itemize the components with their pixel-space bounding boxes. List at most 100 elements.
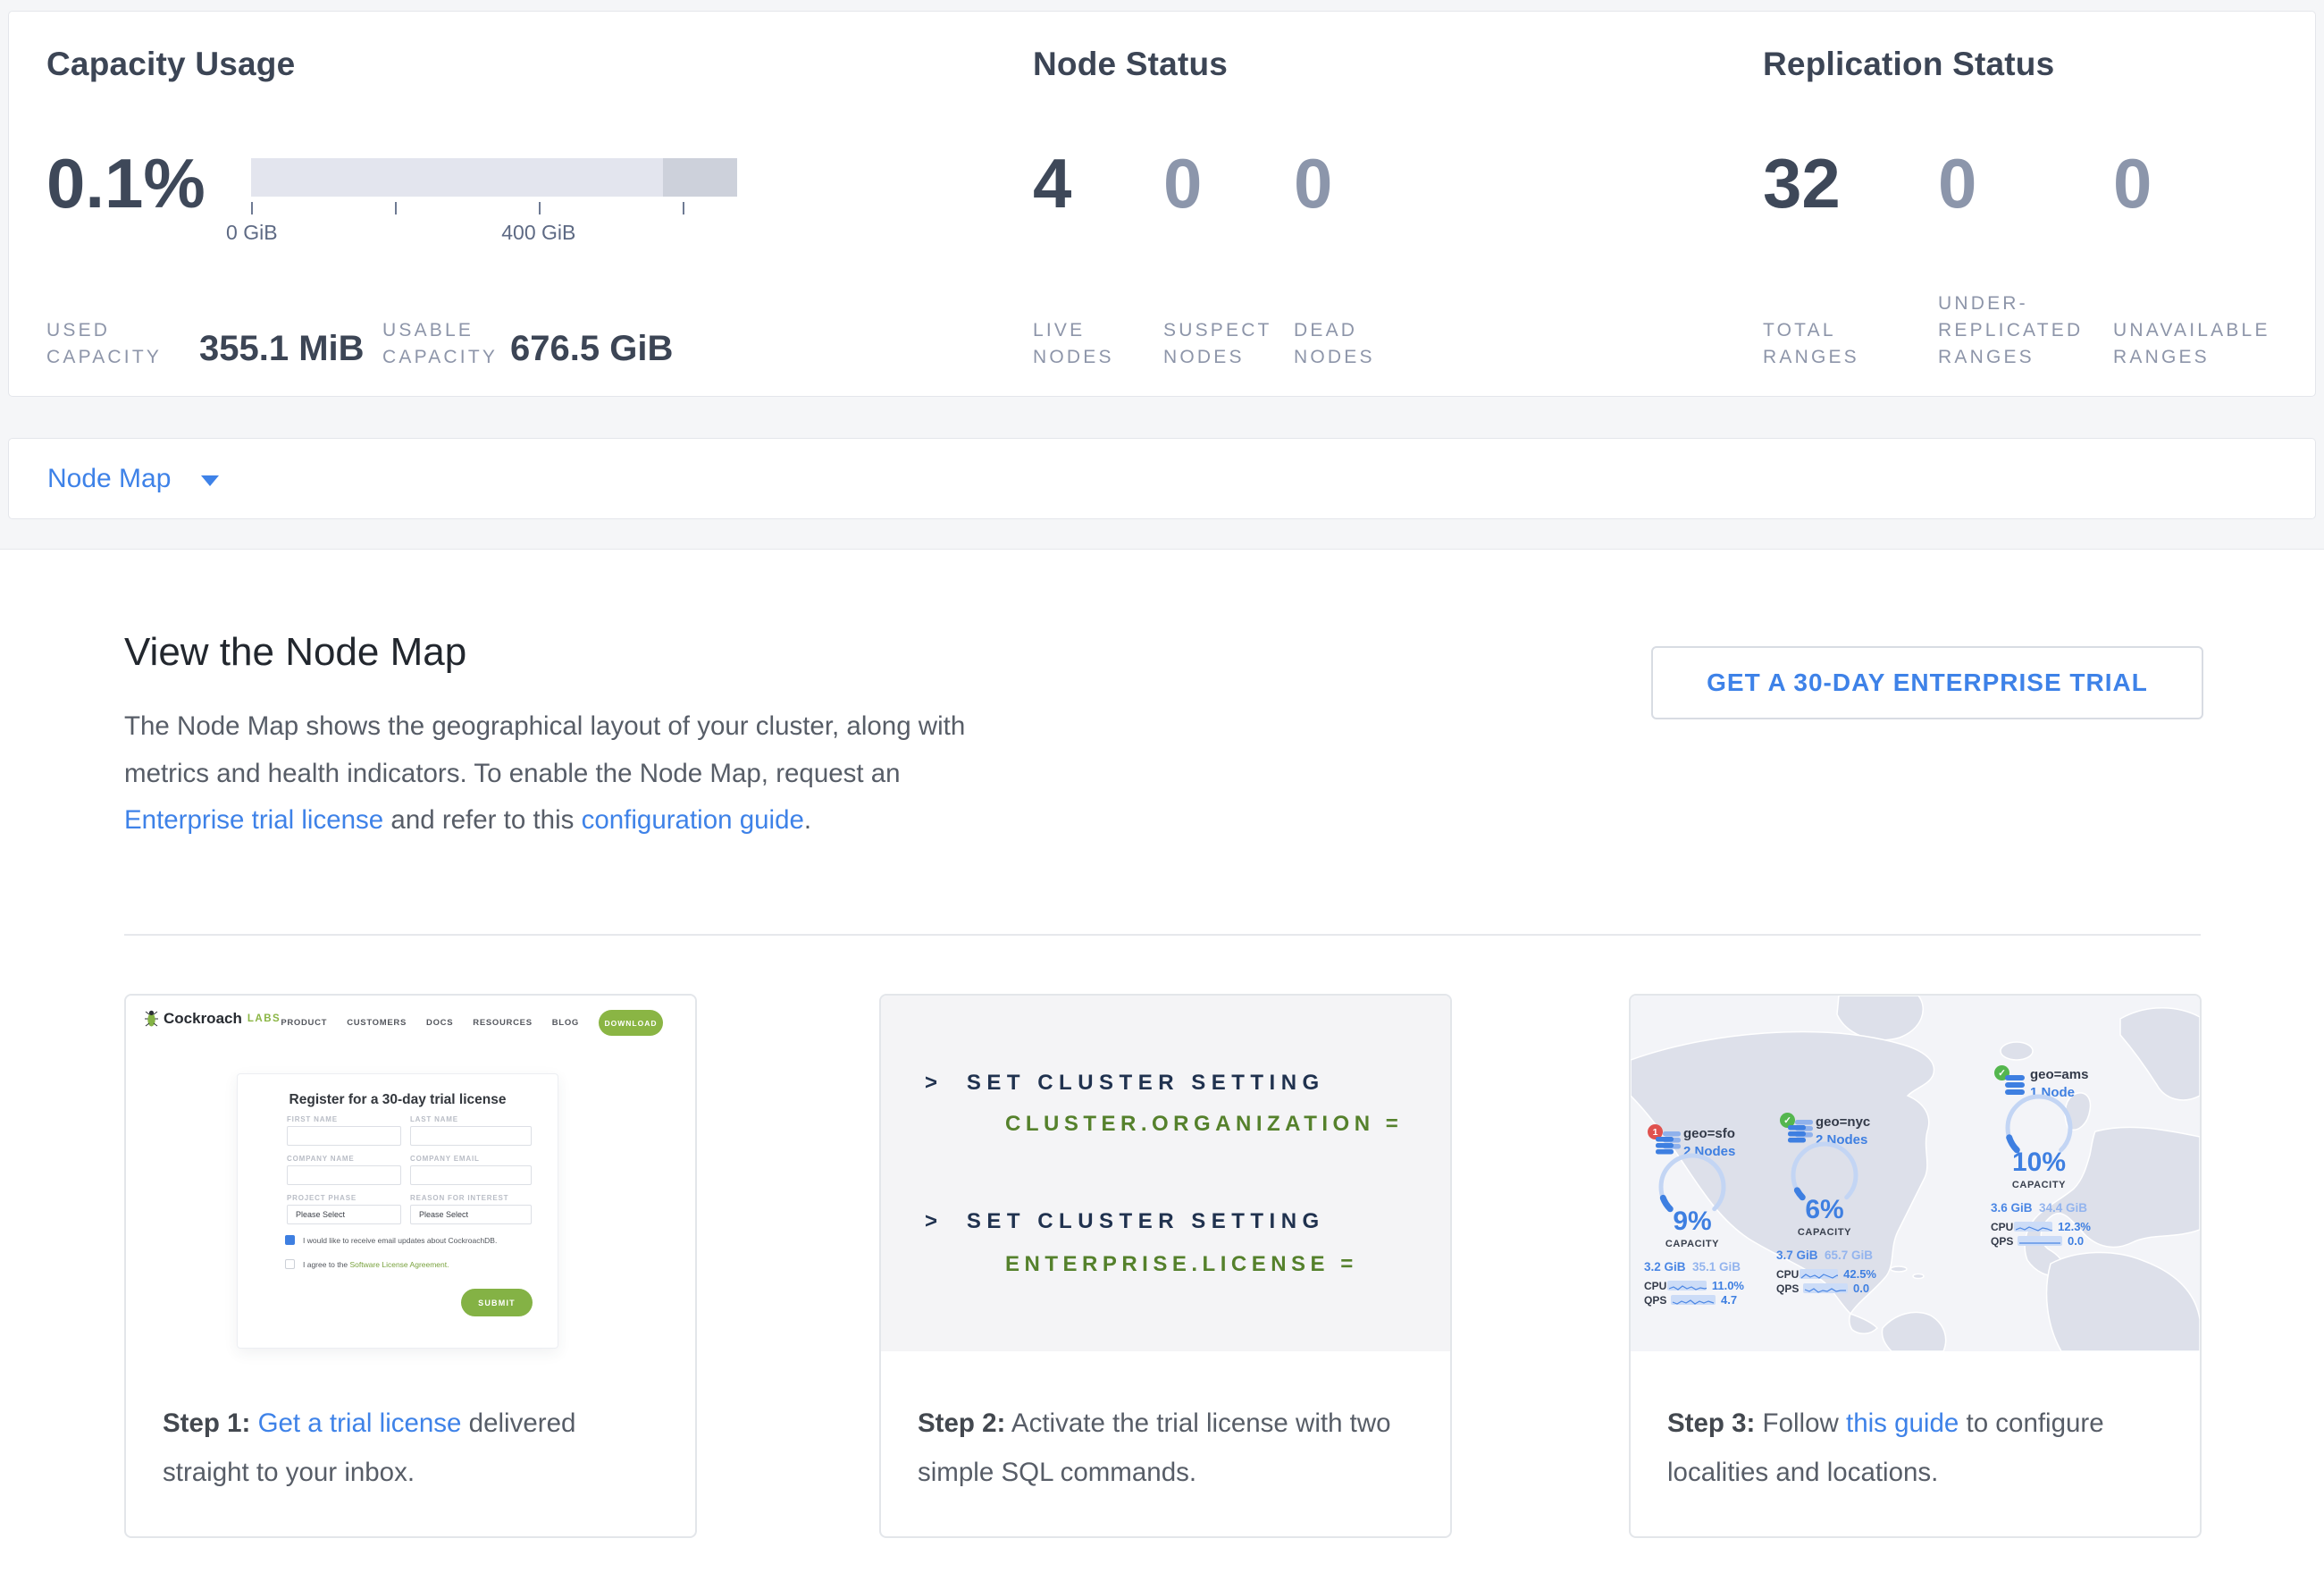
cpu-label: CPU xyxy=(1991,1221,2014,1233)
suspect-nodes-count: 0 xyxy=(1163,146,1294,221)
qps-sparkline xyxy=(1803,1283,1848,1293)
node-map-promo-panel: View the Node Map The Node Map shows the… xyxy=(0,549,2324,1589)
axis-tick xyxy=(683,202,684,214)
license-agreement-text: I agree to the xyxy=(303,1260,349,1269)
qps-sparkline xyxy=(1671,1295,1716,1305)
select-placeholder: Please Select xyxy=(296,1210,345,1219)
view-selector-label[interactable]: Node Map xyxy=(47,464,171,494)
capacity-bar-used-segment xyxy=(663,158,737,197)
intro-paragraph: The Node Map shows the geographical layo… xyxy=(124,703,995,845)
field-label: FIRST NAME xyxy=(287,1115,338,1123)
node-map-preview: 1 geo=sfo 2 Nodes 9% CAPACITY 3.2 GiB xyxy=(1631,996,2200,1351)
cluster-locality-label: geo=ams xyxy=(2030,1067,2088,1082)
sql-command: > SET CLUSTER SETTING xyxy=(925,1209,1325,1234)
total-ranges-count: 32 xyxy=(1763,146,1938,221)
live-nodes-label: LIVE NODES xyxy=(1033,317,1135,371)
step-number: Step 3: xyxy=(1667,1408,1755,1438)
step-number: Step 1: xyxy=(163,1408,250,1438)
software-license-agreement-link: Software License Agreement. xyxy=(349,1260,449,1269)
live-nodes-count: 4 xyxy=(1033,146,1163,221)
field-label: COMPANY EMAIL xyxy=(410,1155,480,1163)
step3-card: 1 geo=sfo 2 Nodes 9% CAPACITY 3.2 GiB xyxy=(1629,994,2202,1538)
node-status-section: Node Status 4 0 0 LIVE NODES SUSPECT NOD… xyxy=(1033,46,1658,83)
cpu-label: CPU xyxy=(1644,1280,1667,1292)
replication-status-title: Replication Status xyxy=(1763,46,2317,83)
axis-tick xyxy=(539,202,541,214)
capacity-usage-section: Capacity Usage 0.1% 0 GiB 400 GiB USED C… xyxy=(46,46,743,83)
qps-label: QPS xyxy=(1991,1235,2018,1248)
qps-value: 0.0 xyxy=(1853,1282,1869,1295)
under-replicated-ranges-count: 0 xyxy=(1938,146,2113,221)
qps-sparkline xyxy=(2018,1236,2062,1246)
used-capacity-label: USED CAPACITY xyxy=(46,317,167,371)
dead-nodes-label: DEAD NODES xyxy=(1294,317,1396,371)
company-name-input xyxy=(287,1165,401,1185)
dead-nodes-count: 0 xyxy=(1294,146,1424,221)
form-title: Register for a 30-day trial license xyxy=(238,1092,558,1108)
mini-nav-resources: RESOURCES xyxy=(473,1018,532,1028)
cockroach-bug-icon xyxy=(145,1010,158,1028)
step-text: Follow xyxy=(1755,1408,1846,1438)
cpu-value: 42.5% xyxy=(1843,1267,1876,1281)
capacity-usage-title: Capacity Usage xyxy=(46,46,743,83)
capacity-total: 34.4 GiB xyxy=(2039,1201,2087,1215)
capacity-total: 35.1 GiB xyxy=(1692,1260,1741,1274)
get-trial-license-link[interactable]: Get a trial license xyxy=(258,1408,462,1438)
capacity-percent: 9% xyxy=(1648,1206,1737,1237)
sql-commands-illustration: > SET CLUSTER SETTING CLUSTER.ORGANIZATI… xyxy=(881,996,1450,1351)
this-guide-link[interactable]: this guide xyxy=(1846,1408,1959,1438)
axis-tick xyxy=(395,202,397,214)
unavailable-ranges-count: 0 xyxy=(2113,146,2288,221)
total-ranges-label: TOTAL RANGES xyxy=(1763,317,1884,371)
capacity-used: 3.7 GiB xyxy=(1776,1248,1818,1262)
cpu-value: 12.3% xyxy=(2058,1220,2091,1233)
field-label: COMPANY NAME xyxy=(287,1155,355,1163)
capacity-word: CAPACITY xyxy=(1780,1227,1869,1238)
step1-card: Cockroach LABS PRODUCT CUSTOMERS DOCS RE… xyxy=(124,994,697,1538)
cluster-overview-page: Capacity Usage 0.1% 0 GiB 400 GiB USED C… xyxy=(0,0,2324,1589)
node-status-title: Node Status xyxy=(1033,46,1658,83)
cluster-locality-label: geo=nyc xyxy=(1816,1114,1870,1130)
capacity-word: CAPACITY xyxy=(1994,1180,2084,1190)
license-agreement-label: I agree to the Software License Agreemen… xyxy=(303,1260,449,1269)
qps-label: QPS xyxy=(1644,1294,1671,1307)
intro-text: The Node Map shows the geographical layo… xyxy=(124,711,965,788)
used-capacity-value: 355.1 MiB xyxy=(199,328,382,371)
trial-license-form: Register for a 30-day trial license FIRS… xyxy=(237,1073,558,1349)
sql-argument: ENTERPRISE.LICENSE = xyxy=(1005,1252,1358,1277)
unavailable-ranges-label: UNAVAILABLE RANGES xyxy=(2113,317,2270,371)
sql-argument: CLUSTER.ORGANIZATION = xyxy=(1005,1112,1403,1137)
axis-tick xyxy=(251,202,253,214)
step2-caption: Step 2: Activate the trial license with … xyxy=(881,1351,1450,1497)
cluster-summary-panel: Capacity Usage 0.1% 0 GiB 400 GiB USED C… xyxy=(8,11,2316,397)
view-selector-dropdown[interactable]: Node Map xyxy=(8,438,2316,519)
qps-value: 4.7 xyxy=(1721,1293,1737,1307)
qps-label: QPS xyxy=(1776,1282,1803,1295)
email-updates-label: I would like to receive email updates ab… xyxy=(303,1236,497,1245)
chevron-down-icon xyxy=(201,475,219,486)
company-email-input xyxy=(410,1165,532,1185)
configuration-guide-link[interactable]: configuration guide xyxy=(582,805,804,835)
enterprise-trial-license-link[interactable]: Enterprise trial license xyxy=(124,805,383,835)
under-replicated-ranges-label: UNDER-REPLICATED RANGES xyxy=(1938,290,2095,371)
registration-site-thumbnail: Cockroach LABS PRODUCT CUSTOMERS DOCS RE… xyxy=(126,996,695,1351)
mini-nav-docs: DOCS xyxy=(426,1018,453,1028)
get-enterprise-trial-button[interactable]: GET A 30-DAY ENTERPRISE TRIAL xyxy=(1651,646,2203,719)
cpu-sparkline xyxy=(1800,1269,1838,1279)
field-label: REASON FOR INTEREST xyxy=(410,1194,508,1202)
mini-nav-blog: BLOG xyxy=(552,1018,579,1028)
axis-tick-label: 0 GiB xyxy=(226,221,278,245)
cpu-sparkline xyxy=(1667,1281,1707,1291)
cpu-sparkline xyxy=(2014,1222,2052,1232)
usable-capacity-label: USABLE CAPACITY xyxy=(382,317,503,371)
mini-nav-product: PRODUCT xyxy=(281,1018,327,1028)
email-updates-checkbox xyxy=(285,1235,295,1245)
mini-submit-button: SUBMIT xyxy=(461,1289,533,1316)
logo-suffix-text: LABS xyxy=(248,1013,281,1024)
usable-capacity-value: 676.5 GiB xyxy=(510,328,673,371)
cpu-label: CPU xyxy=(1776,1268,1800,1281)
first-name-input xyxy=(287,1126,401,1146)
capacity-used: 3.6 GiB xyxy=(1991,1201,2033,1215)
capacity-word: CAPACITY xyxy=(1648,1239,1737,1249)
step-number: Step 2: xyxy=(918,1408,1005,1438)
